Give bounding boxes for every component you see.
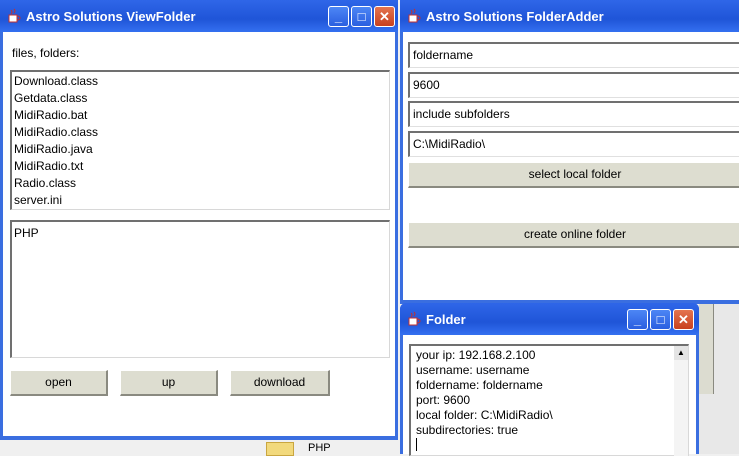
folder-title: Folder <box>426 312 466 327</box>
close-icon[interactable]: ✕ <box>673 309 694 330</box>
folderadder-window: Astro Solutions FolderAdder foldername 9… <box>400 0 739 304</box>
files-folders-label: files, folders: <box>12 46 80 60</box>
list-item[interactable]: Download.class <box>12 73 389 90</box>
close-icon[interactable]: ✕ <box>374 6 395 27</box>
list-item[interactable]: server.ini <box>12 192 389 209</box>
folder-info-line: port: 9600 <box>416 393 471 407</box>
folder-info-line: subdirectories: true <box>416 423 519 437</box>
foldername-field[interactable]: foldername <box>408 42 739 68</box>
folder-client: your ip: 192.168.2.100 username: usernam… <box>403 335 696 456</box>
create-online-folder-button[interactable]: create online folder <box>408 222 739 248</box>
viewfolder-titlebar[interactable]: Astro Solutions ViewFolder _ □ ✕ <box>0 0 398 32</box>
folder-info-line: local folder: C:\MidiRadio\ <box>416 408 553 422</box>
download-button[interactable]: download <box>230 370 330 396</box>
folder-info-line: your ip: 192.168.2.100 <box>416 348 536 362</box>
text-cursor <box>416 438 417 451</box>
maximize-icon[interactable]: □ <box>650 309 671 330</box>
background-label: PHP <box>308 442 331 454</box>
minimize-icon[interactable]: _ <box>627 309 648 330</box>
maximize-icon[interactable]: □ <box>351 6 372 27</box>
list-item[interactable]: MidiRadio.class <box>12 124 389 141</box>
open-button[interactable]: open <box>10 370 108 396</box>
folderadder-title: Astro Solutions FolderAdder <box>426 9 604 24</box>
background-window-edge <box>699 304 739 454</box>
folder-info-line: username: username <box>416 363 530 377</box>
java-cup-icon <box>408 311 421 326</box>
list-item[interactable]: Radio.class <box>12 175 389 192</box>
viewfolder-window: Astro Solutions ViewFolder _ □ ✕ files, … <box>0 0 398 440</box>
vertical-scrollbar[interactable]: ▲ <box>674 346 688 456</box>
list-item[interactable]: MidiRadio.bat <box>12 107 389 124</box>
list-item[interactable]: MidiRadio.java <box>12 141 389 158</box>
desktop-background: PHP <box>250 438 400 456</box>
select-local-folder-button[interactable]: select local folder <box>408 162 739 188</box>
viewfolder-title: Astro Solutions ViewFolder <box>26 9 196 24</box>
folder-titlebar[interactable]: Folder _ □ ✕ <box>400 303 699 335</box>
background-window-frame <box>699 304 714 394</box>
folderadder-titlebar[interactable]: Astro Solutions FolderAdder <box>400 0 739 32</box>
list-item[interactable]: Getdata.class <box>12 90 389 107</box>
folder-info-text-area[interactable]: your ip: 192.168.2.100 username: usernam… <box>409 344 689 456</box>
java-cup-icon <box>408 8 421 23</box>
folderadder-client: foldername 9600 include subfolders C:\Mi… <box>403 32 739 300</box>
include-subfolders-field[interactable]: include subfolders <box>408 101 739 127</box>
file-list[interactable]: Download.class Getdata.class MidiRadio.b… <box>10 70 390 210</box>
local-folder-field[interactable]: C:\MidiRadio\ <box>408 131 739 157</box>
up-button[interactable]: up <box>120 370 218 396</box>
scroll-up-icon[interactable]: ▲ <box>674 346 688 360</box>
folder-info-line: foldername: foldername <box>416 378 543 392</box>
folder-window: Folder _ □ ✕ your ip: 192.168.2.100 user… <box>400 303 699 456</box>
info-text-area[interactable]: PHP <box>10 220 390 358</box>
minimize-icon[interactable]: _ <box>328 6 349 27</box>
viewfolder-client: files, folders: Download.class Getdata.c… <box>3 32 395 436</box>
port-field[interactable]: 9600 <box>408 72 739 98</box>
info-text: PHP <box>14 226 39 240</box>
list-item[interactable]: MidiRadio.txt <box>12 158 389 175</box>
java-cup-icon <box>8 8 21 23</box>
